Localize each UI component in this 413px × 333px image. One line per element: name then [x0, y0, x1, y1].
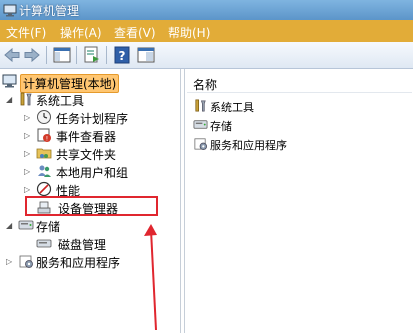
- expand-icon[interactable]: ▷: [24, 185, 32, 194]
- menu-action[interactable]: 操作(A): [60, 24, 102, 41]
- expand-icon[interactable]: ▷: [24, 131, 32, 140]
- computer-management-icon: [3, 4, 17, 17]
- title-bar: 计算机管理: [0, 0, 413, 20]
- menu-file[interactable]: 文件(F): [6, 24, 46, 41]
- tree-label-event-viewer: 事件查看器: [56, 130, 117, 144]
- expand-icon[interactable]: ▷: [6, 257, 14, 266]
- tree-node-event-viewer[interactable]: ▷ ! 事件查看器: [24, 127, 164, 145]
- toolbar: ?: [0, 42, 413, 69]
- collapse-icon[interactable]: ◢: [6, 221, 14, 230]
- expand-icon[interactable]: ▷: [24, 167, 32, 176]
- services-icon: [194, 138, 207, 150]
- list-item-services[interactable]: 服务和应用程序: [193, 136, 323, 153]
- performance-icon: [36, 181, 52, 197]
- column-header-label: 名称: [193, 78, 218, 92]
- list-item-storage[interactable]: 存储: [193, 117, 293, 134]
- list-item-label: 存储: [210, 120, 232, 133]
- show-hide-tree-icon[interactable]: [52, 45, 72, 65]
- help-icon[interactable]: ?: [112, 45, 132, 65]
- tree-label-task-scheduler: 任务计划程序: [56, 112, 129, 126]
- tree-node-services[interactable]: ▷ 服务和应用程序: [6, 253, 156, 271]
- tree-node-task-scheduler[interactable]: ▷ 任务计划程序: [24, 109, 164, 127]
- svg-text:!: !: [46, 136, 48, 143]
- tree-label-storage: 存储: [36, 220, 61, 234]
- tree-label-local-users: 本地用户和组: [56, 166, 129, 180]
- expand-icon[interactable]: ▷: [24, 149, 32, 158]
- computer-management-icon: [2, 74, 17, 88]
- disk-management-icon: [36, 239, 52, 248]
- toolbar-separator: [76, 46, 77, 64]
- services-icon: [19, 255, 33, 268]
- svg-text:?: ?: [119, 49, 126, 63]
- storage-icon: [193, 120, 208, 129]
- list-item-label: 系统工具: [210, 101, 254, 114]
- toolbar-separator: [46, 46, 47, 64]
- tree-node-local-users[interactable]: ▷ 本地用户和组: [24, 163, 164, 181]
- tree-label-shared-folders: 共享文件夹: [56, 148, 117, 162]
- export-list-icon[interactable]: [82, 45, 102, 65]
- list-item-label: 服务和应用程序: [210, 139, 287, 152]
- clock-icon: [37, 110, 51, 124]
- toolbar-separator: [106, 46, 107, 64]
- tree-label-services: 服务和应用程序: [36, 256, 121, 270]
- tree-node-storage[interactable]: ◢ 存储: [6, 217, 106, 235]
- tree-node-shared-folders[interactable]: ▷ 共享文件夹: [24, 145, 164, 163]
- tree-node-root[interactable]: 计算机管理(本地): [2, 73, 120, 93]
- expand-icon[interactable]: ▷: [24, 113, 32, 122]
- storage-icon: [18, 220, 34, 230]
- menu-view[interactable]: 查看(V): [114, 24, 156, 41]
- menu-help[interactable]: 帮助(H): [168, 24, 210, 41]
- window-title: 计算机管理: [19, 4, 80, 18]
- tree-node-system-tools[interactable]: ◢ 系统工具: [6, 91, 126, 109]
- list-item-system-tools[interactable]: 系统工具: [193, 98, 293, 115]
- shared-folder-icon: [36, 148, 52, 159]
- back-arrow-icon[interactable]: [2, 45, 22, 65]
- tree-label-system-tools: 系统工具: [36, 94, 85, 108]
- list-pane: 名称 系统工具 存储 服务和应用程序: [184, 69, 413, 333]
- annotation-arrow: [144, 224, 157, 331]
- forward-arrow-icon[interactable]: [22, 45, 42, 65]
- event-viewer-icon: !: [37, 128, 51, 143]
- users-icon: [38, 165, 51, 177]
- tree-label-disk-management: 磁盘管理: [58, 238, 107, 252]
- highlight-box: [25, 196, 158, 216]
- column-header-name[interactable]: 名称: [187, 72, 412, 93]
- tools-icon: [20, 92, 32, 106]
- collapse-icon[interactable]: ◢: [6, 95, 14, 104]
- menu-bar: 文件(F) 操作(A) 查看(V) 帮助(H): [0, 20, 413, 42]
- tree-node-disk-management[interactable]: 磁盘管理: [36, 235, 136, 253]
- tools-icon: [195, 99, 206, 112]
- console-icon[interactable]: [136, 45, 156, 65]
